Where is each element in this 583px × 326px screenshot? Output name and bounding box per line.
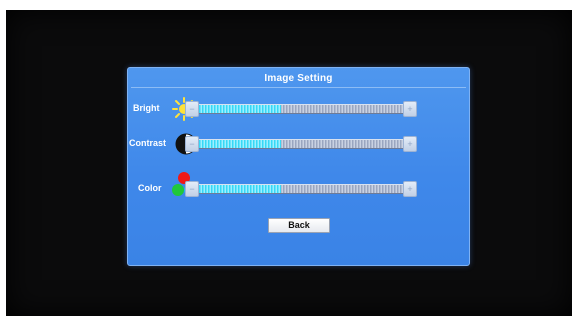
contrast-slider[interactable]: − + [185, 136, 417, 152]
bright-increase-button[interactable]: + [403, 101, 417, 117]
bright-slider[interactable]: − + [185, 101, 417, 117]
bright-row: Bright − + [128, 97, 469, 121]
color-decrease-button[interactable]: − [185, 181, 199, 197]
bright-fill [199, 105, 281, 113]
monitor-screen: Image Setting Bright − + Contrast − + Co… [6, 10, 572, 316]
image-setting-dialog: Image Setting Bright − + Contrast − + Co… [127, 67, 470, 266]
color-row: Color − + [128, 172, 469, 201]
title-divider [131, 87, 466, 88]
color-slider[interactable]: − + [185, 181, 417, 197]
color-fill [199, 185, 281, 193]
back-button[interactable]: Back [268, 218, 330, 233]
contrast-decrease-button[interactable]: − [185, 136, 199, 152]
bright-track[interactable] [199, 104, 403, 114]
color-track[interactable] [199, 184, 403, 194]
contrast-row: Contrast − + [128, 132, 469, 156]
contrast-fill [199, 140, 281, 148]
dialog-title: Image Setting [264, 73, 333, 84]
contrast-increase-button[interactable]: + [403, 136, 417, 152]
bright-label: Bright [133, 103, 160, 113]
contrast-track[interactable] [199, 139, 403, 149]
contrast-label: Contrast [129, 138, 167, 148]
bright-decrease-button[interactable]: − [185, 101, 199, 117]
color-label: Color [138, 183, 162, 193]
color-increase-button[interactable]: + [403, 181, 417, 197]
